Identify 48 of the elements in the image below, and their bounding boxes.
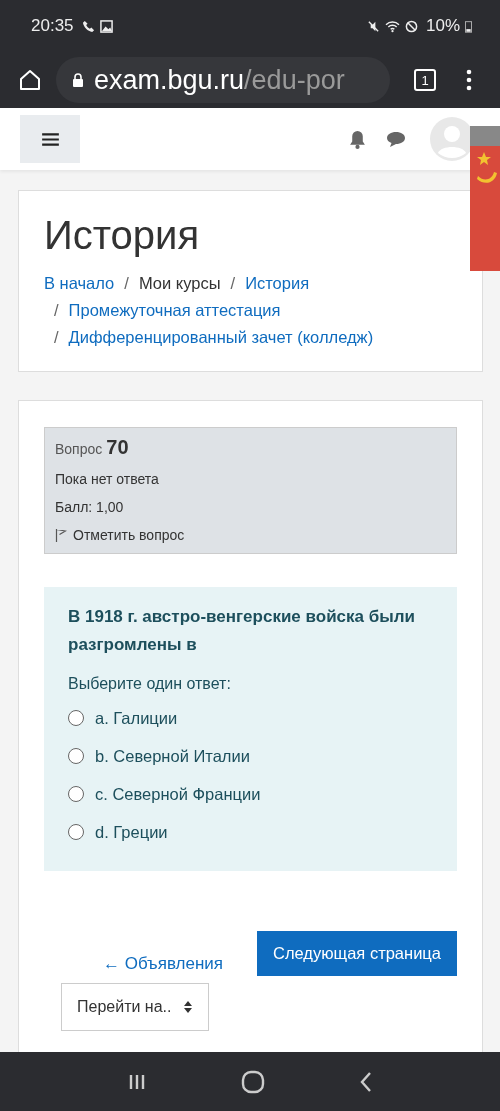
course-title: История (44, 213, 201, 258)
answer-option[interactable]: c. Северной Франции (95, 784, 261, 804)
chat-icon[interactable] (386, 131, 406, 147)
answer-prompt: Выберите один ответ: (68, 675, 232, 693)
answer-option[interactable]: b. Северной Италии (95, 746, 250, 766)
question-number: 70 (106, 436, 129, 459)
answer-option[interactable]: d. Греции (95, 822, 168, 842)
jump-select[interactable]: Перейти на.. (61, 983, 210, 1031)
previous-link[interactable]: ← Объявления (102, 954, 223, 974)
radio-button[interactable] (68, 710, 84, 726)
score-text: Балл: 1,00 (55, 499, 125, 515)
answer-option[interactable]: a. Галиции (95, 708, 178, 728)
question-text: В 1918 г. австро-венгерские войска были разгромлены в (68, 606, 416, 656)
breadcrumb-link[interactable]: История (245, 274, 310, 292)
radio-button[interactable] (68, 748, 84, 764)
radio-button[interactable] (68, 824, 84, 840)
lock-icon (72, 73, 84, 87)
mute-icon (366, 19, 380, 33)
flag-question-link[interactable]: Отметить вопрос (55, 527, 446, 543)
back-icon[interactable] (359, 1070, 373, 1093)
menu-button[interactable] (20, 115, 80, 163)
breadcrumb-separator: / (54, 328, 59, 346)
blocked-icon (404, 19, 418, 33)
breadcrumb-link[interactable]: В начало (44, 274, 115, 292)
answer-status: Пока нет ответа (55, 471, 160, 487)
flag-icon (55, 528, 67, 542)
question-label: Вопрос (55, 441, 103, 457)
battery-percent: 10% (425, 16, 460, 36)
address-bar[interactable]: exam.bgu.ru/edu-por (56, 57, 390, 103)
breadcrumb-text: Мои курсы (138, 274, 221, 292)
next-page-button[interactable]: Следующая страница (257, 931, 457, 976)
sort-icon (183, 1000, 194, 1014)
more-icon[interactable] (466, 69, 472, 91)
breadcrumb-link[interactable]: Дифференцированный зачет (колледж) (68, 328, 374, 346)
breadcrumb-separator: / (54, 301, 59, 319)
image-icon (99, 19, 113, 33)
bell-icon[interactable] (349, 129, 366, 149)
phone-icon (81, 19, 95, 33)
radio-button[interactable] (68, 786, 84, 802)
clock: 20:35 (31, 16, 74, 36)
breadcrumb-link[interactable]: Промежуточная аттестация (68, 301, 281, 319)
menu-icon (41, 132, 59, 146)
wifi-icon (384, 19, 400, 33)
breadcrumb-separator: / (124, 274, 129, 292)
home-icon[interactable] (18, 68, 42, 92)
battery-icon (465, 19, 472, 33)
breadcrumb-separator: / (230, 274, 236, 292)
tab-count[interactable]: 1 (414, 69, 436, 91)
